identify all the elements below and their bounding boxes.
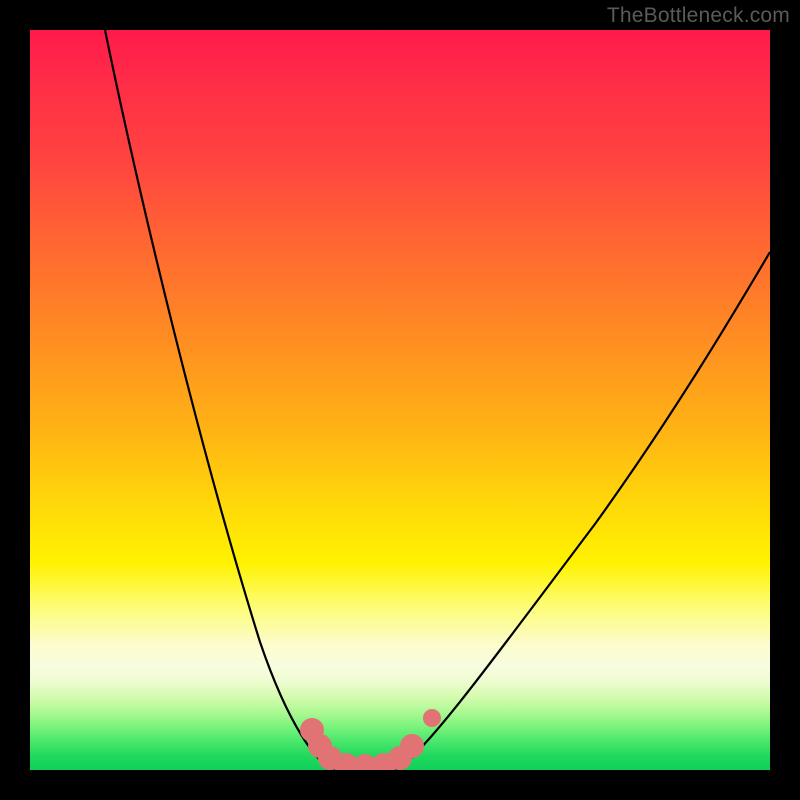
plot-area [30,30,770,770]
chart-svg [30,30,770,770]
left-curve [105,30,330,768]
marker-dot [400,734,424,758]
right-curve [400,252,770,768]
outer-frame: TheBottleneck.com [0,0,800,800]
marker-dot [423,709,441,727]
watermark-text: TheBottleneck.com [607,4,790,28]
marker-group [300,709,441,770]
